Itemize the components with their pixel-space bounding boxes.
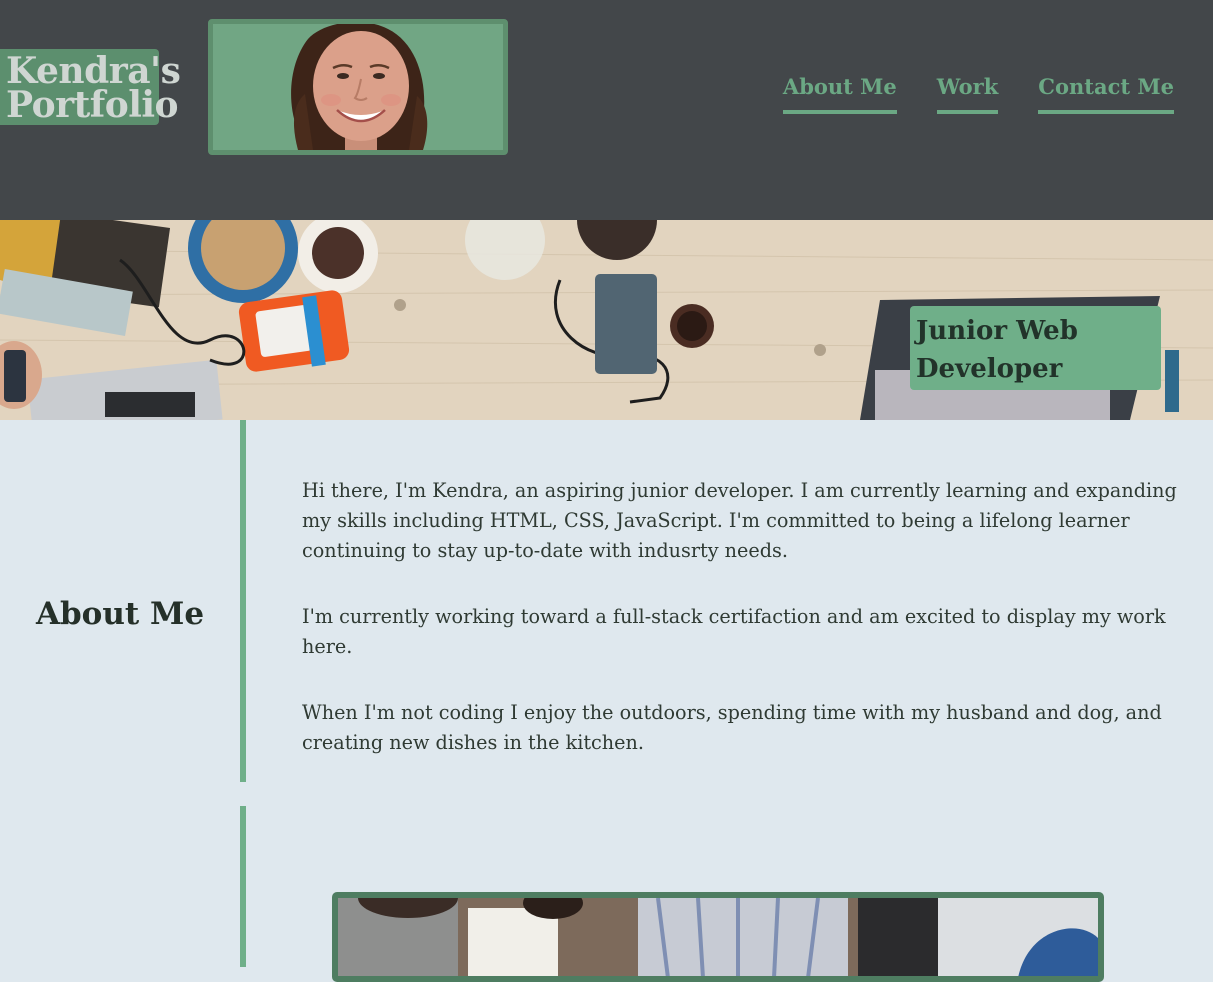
logo-line-2: Portfolio <box>6 84 179 126</box>
site-header: Kendra's Portfolio About Me Work Contact… <box>0 0 1213 220</box>
tagline-badge: Junior Web Developer <box>910 306 1161 390</box>
about-text: Hi there, I'm Kendra, an aspiring junior… <box>302 476 1182 794</box>
about-paragraph: I'm currently working toward a full-stac… <box>302 605 1166 658</box>
main-nav: About Me Work Contact Me <box>782 75 1174 114</box>
nav-contact-me[interactable]: Contact Me <box>1038 75 1174 114</box>
team-photo <box>338 898 1098 976</box>
logo-line-1: Kendra's <box>6 50 181 92</box>
nav-about-me[interactable]: About Me <box>782 75 897 114</box>
tagline-line-2: Developer <box>916 354 1063 384</box>
work-divider <box>240 806 246 967</box>
work-project-image[interactable] <box>332 892 1104 982</box>
tagline-line-1: Junior Web <box>916 316 1078 346</box>
profile-photo <box>208 19 508 155</box>
nav-work[interactable]: Work <box>936 75 999 114</box>
about-heading: About Me <box>35 596 205 632</box>
about-divider <box>240 420 246 782</box>
site-logo[interactable]: Kendra's Portfolio <box>0 49 181 126</box>
about-paragraph: When I'm not coding I enjoy the outdoors… <box>302 701 1162 754</box>
about-paragraph: Hi there, I'm Kendra, an aspiring junior… <box>302 479 1177 562</box>
hero-banner: Junior Web Developer <box>0 220 1213 420</box>
